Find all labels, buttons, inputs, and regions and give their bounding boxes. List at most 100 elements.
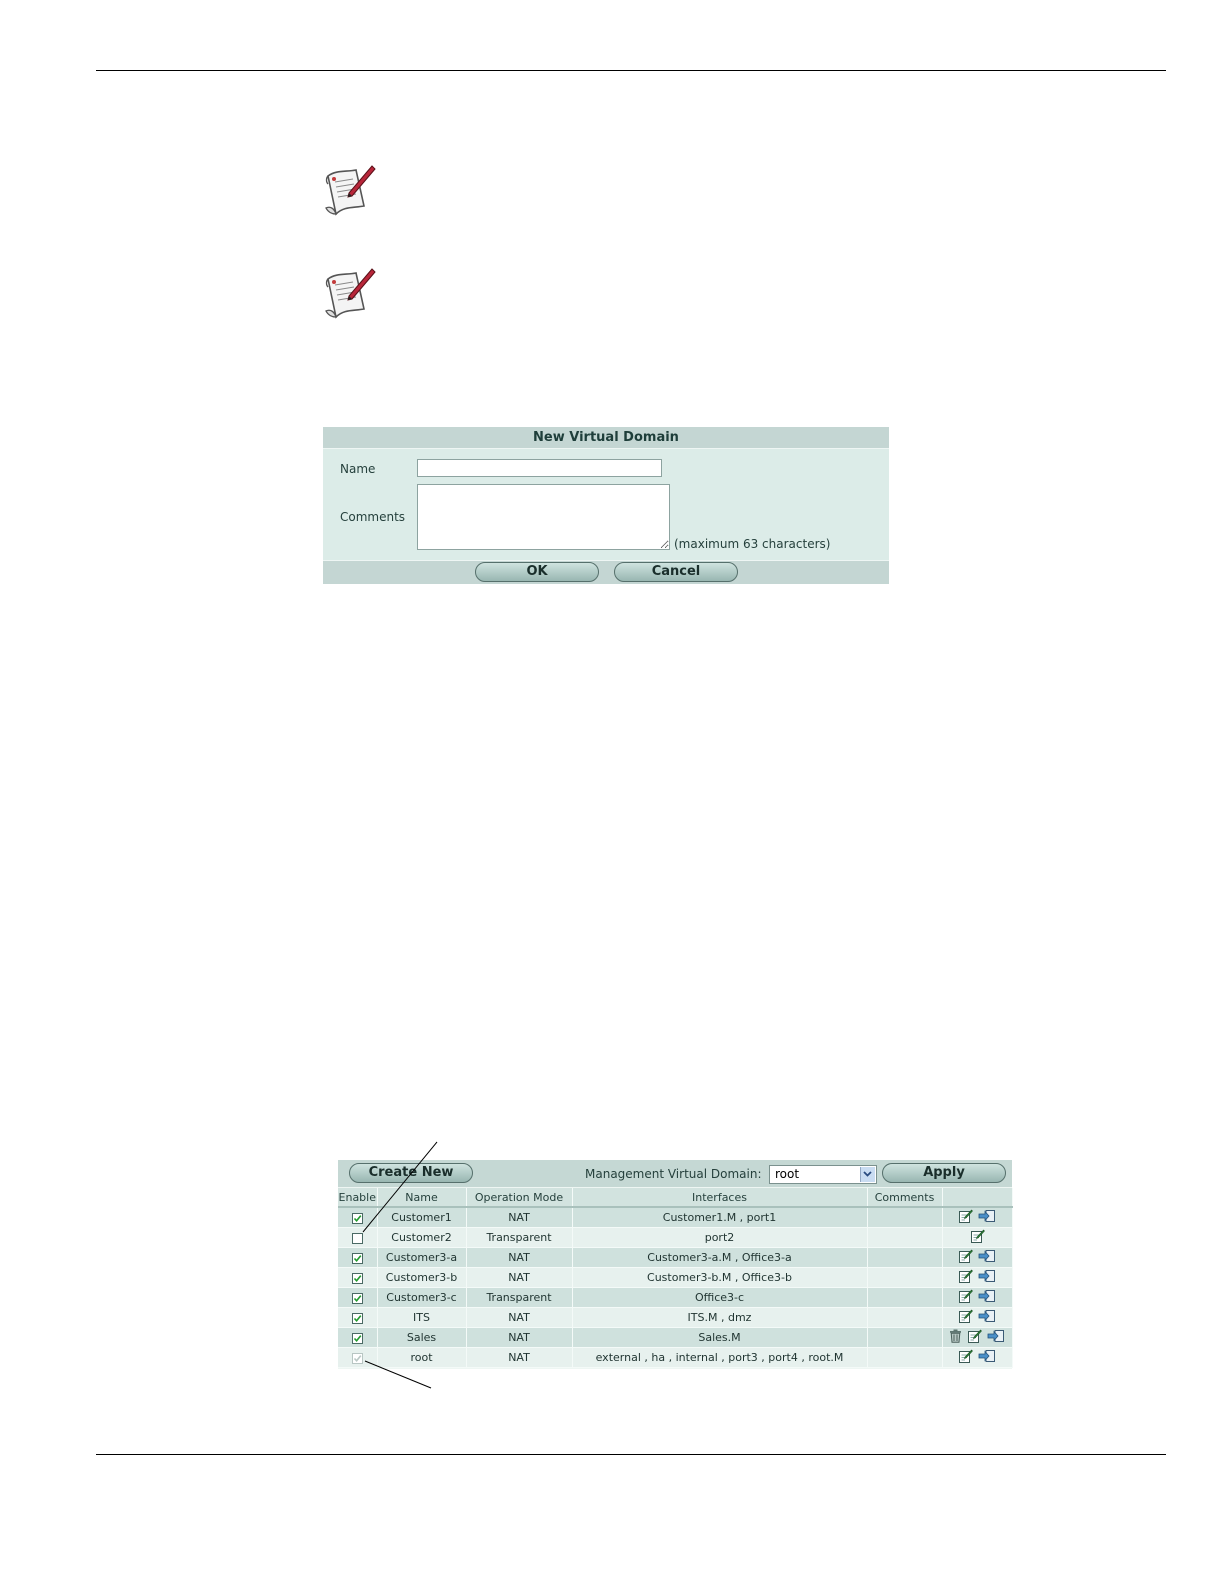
actions-cell (942, 1267, 1013, 1288)
vdom-toolbar: Create New Management Virtual Domain: ro… (338, 1160, 1012, 1187)
row-actions (958, 1309, 996, 1327)
actions-cell (942, 1327, 1013, 1348)
enable-cell (338, 1227, 378, 1248)
operation-mode: NAT (466, 1327, 573, 1348)
enter-vdom-icon[interactable] (978, 1249, 996, 1266)
enable-checkbox[interactable] (351, 1252, 363, 1264)
row-actions (949, 1329, 1005, 1347)
edit-icon[interactable] (970, 1229, 985, 1247)
column-header-operation-mode: Operation Mode (466, 1188, 573, 1208)
vdom-name: Customer3-b (377, 1267, 467, 1288)
comments-textarea[interactable] (417, 484, 670, 550)
chevron-down-icon[interactable] (860, 1167, 875, 1182)
column-header-actions (942, 1188, 1013, 1208)
actions-cell (942, 1227, 1013, 1248)
comments (867, 1267, 943, 1288)
enter-vdom-icon[interactable] (978, 1289, 996, 1306)
enable-cell (338, 1287, 378, 1308)
edit-icon[interactable] (958, 1209, 973, 1227)
vdom-name: root (377, 1347, 467, 1368)
row-actions (958, 1349, 996, 1367)
create-new-button[interactable]: Create New (349, 1163, 473, 1183)
comments (867, 1247, 943, 1268)
comments (867, 1227, 943, 1248)
edit-icon[interactable] (958, 1309, 973, 1327)
table-header-row: Enable Name Operation Mode Interfaces Co… (338, 1188, 1013, 1208)
edit-icon[interactable] (958, 1249, 973, 1267)
interfaces: Office3-c (572, 1287, 868, 1308)
actions-cell (942, 1347, 1013, 1368)
dialog-title: New Virtual Domain (323, 427, 889, 449)
vdom-name: ITS (377, 1307, 467, 1328)
enable-checkbox[interactable] (351, 1312, 363, 1324)
operation-mode: NAT (466, 1267, 573, 1288)
vdom-name: Sales (377, 1327, 467, 1348)
comments (867, 1347, 943, 1368)
column-header-enable: Enable (338, 1188, 378, 1208)
enter-vdom-icon[interactable] (978, 1309, 996, 1326)
enable-checkbox[interactable] (351, 1332, 363, 1344)
table-row: Customer3-b NAT Customer3-b.M , Office3-… (338, 1267, 1013, 1288)
comments (867, 1327, 943, 1348)
enable-cell (338, 1207, 378, 1228)
table-row: Customer3-c Transparent Office3-c (338, 1287, 1013, 1308)
actions-cell (942, 1247, 1013, 1268)
comments-hint: (maximum 63 characters) (674, 537, 831, 551)
footer-rule (96, 1454, 1166, 1455)
management-vdom-label: Management Virtual Domain: (585, 1167, 762, 1181)
note-pencil-icon (322, 265, 380, 325)
comments (867, 1207, 943, 1228)
enable-checkbox[interactable] (351, 1232, 363, 1244)
operation-mode: Transparent (466, 1287, 573, 1308)
row-actions (958, 1269, 996, 1287)
row-actions (970, 1229, 985, 1247)
comments-label: Comments (340, 510, 406, 524)
interfaces: Customer3-a.M , Office3-a (572, 1247, 868, 1268)
operation-mode: NAT (466, 1207, 573, 1228)
apply-button[interactable]: Apply (882, 1163, 1006, 1183)
enter-vdom-icon[interactable] (978, 1349, 996, 1366)
edit-icon[interactable] (967, 1329, 982, 1347)
name-input[interactable] (417, 459, 662, 477)
enable-checkbox[interactable] (351, 1272, 363, 1284)
operation-mode: NAT (466, 1247, 573, 1268)
enable-checkbox[interactable] (351, 1212, 363, 1224)
vdom-table: Enable Name Operation Mode Interfaces Co… (338, 1188, 1013, 1368)
interfaces: Sales.M (572, 1327, 868, 1348)
table-row: Customer2 Transparent port2 (338, 1227, 1013, 1248)
table-row: ITS NAT ITS.M , dmz (338, 1307, 1013, 1328)
cancel-button[interactable]: Cancel (614, 562, 738, 582)
trash-icon[interactable] (949, 1329, 962, 1346)
header-rule (96, 70, 1166, 71)
interfaces: Customer1.M , port1 (572, 1207, 868, 1228)
enable-cell (338, 1327, 378, 1348)
operation-mode: NAT (466, 1307, 573, 1328)
enter-vdom-icon[interactable] (978, 1209, 996, 1226)
management-vdom-select[interactable]: root (769, 1165, 877, 1184)
actions-cell (942, 1307, 1013, 1328)
enable-cell (338, 1267, 378, 1288)
ok-button[interactable]: OK (475, 562, 599, 582)
enter-vdom-icon[interactable] (987, 1329, 1005, 1346)
name-label: Name (340, 462, 376, 476)
actions-cell (942, 1287, 1013, 1308)
table-row: Customer3-a NAT Customer3-a.M , Office3-… (338, 1247, 1013, 1268)
row-actions (958, 1209, 996, 1227)
interfaces: ITS.M , dmz (572, 1307, 868, 1328)
note-pencil-icon (322, 162, 380, 222)
row-actions (958, 1289, 996, 1307)
column-header-comments: Comments (867, 1188, 943, 1208)
actions-cell (942, 1207, 1013, 1228)
enable-checkbox (351, 1352, 363, 1364)
virtual-domain-list: Create New Management Virtual Domain: ro… (338, 1160, 1013, 1369)
vdom-name: Customer3-c (377, 1287, 467, 1308)
enter-vdom-icon[interactable] (978, 1269, 996, 1286)
table-row: root NAT external , ha , internal , port… (338, 1347, 1013, 1368)
new-virtual-domain-dialog: New Virtual Domain Name Comments (maximu… (323, 427, 889, 584)
table-row: Sales NAT Sales.M (338, 1327, 1013, 1348)
edit-icon[interactable] (958, 1349, 973, 1367)
enable-checkbox[interactable] (351, 1292, 363, 1304)
edit-icon[interactable] (958, 1289, 973, 1307)
vdom-name: Customer2 (377, 1227, 467, 1248)
edit-icon[interactable] (958, 1269, 973, 1287)
